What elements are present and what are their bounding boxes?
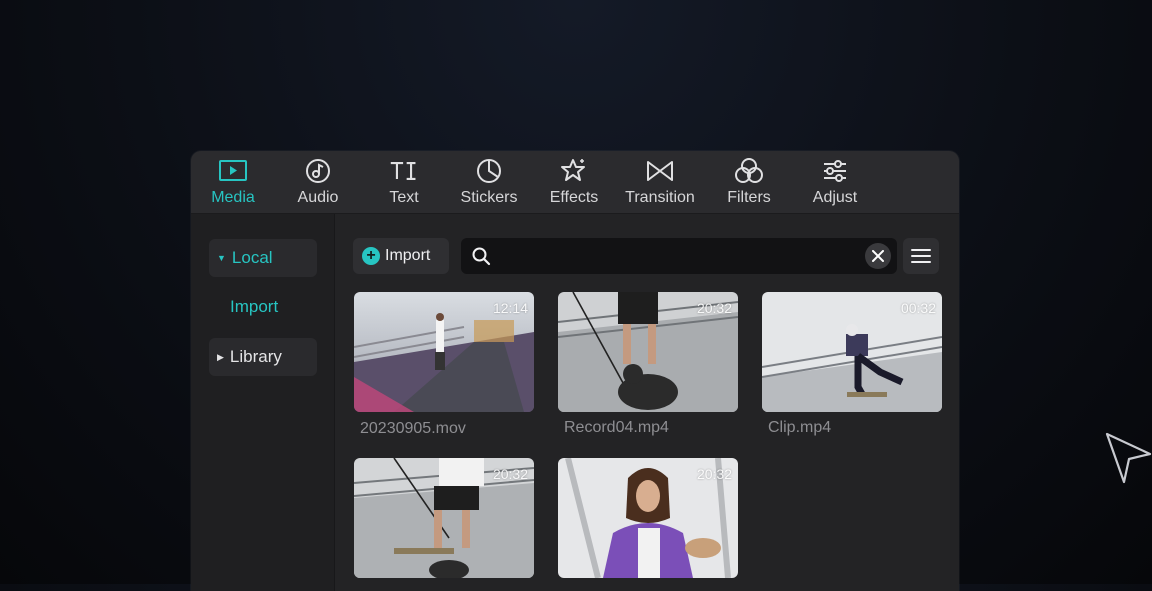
search-icon — [471, 246, 491, 271]
text-icon — [389, 156, 419, 186]
audio-icon — [303, 156, 333, 186]
list-view-button[interactable] — [903, 238, 939, 274]
adjust-icon — [820, 156, 850, 186]
menu-icon — [911, 249, 931, 263]
file-name: Clip.mp4 — [768, 419, 832, 436]
duration-label: 20:32 — [696, 300, 732, 316]
tab-label: Transition — [625, 189, 695, 206]
media-thumbnail[interactable]: 00:32 — [762, 292, 942, 412]
file-name: 20230905.mov — [360, 420, 466, 437]
plus-icon: + — [362, 247, 380, 265]
tab-media[interactable]: Media — [191, 151, 275, 213]
duration-label: 12:14 — [492, 300, 528, 316]
tab-stickers[interactable]: Stickers — [447, 151, 531, 213]
sidebar-item-label: Local — [231, 248, 273, 267]
search-input[interactable] — [461, 238, 897, 274]
tab-filters[interactable]: Filters — [707, 151, 791, 213]
caret-right-icon: ▶ — [217, 351, 224, 362]
media-panel: Media Audio Text Stickers Effects Transi… — [191, 151, 959, 591]
effects-icon — [559, 156, 589, 186]
tab-audio[interactable]: Audio — [276, 151, 360, 213]
media-thumbnail[interactable]: 20:32 — [558, 292, 738, 412]
tab-label: Filters — [727, 189, 771, 206]
tab-label: Audio — [297, 189, 339, 206]
duration-label: 20:32 — [696, 466, 732, 482]
tab-effects[interactable]: Effects — [532, 151, 616, 213]
duration-label: 20:32 — [492, 466, 528, 482]
media-icon — [218, 156, 248, 186]
tab-text[interactable]: Text — [362, 151, 446, 213]
stickers-icon — [474, 156, 504, 186]
sidebar-item-import[interactable]: Import — [209, 288, 317, 326]
tab-bar: Media Audio Text Stickers Effects Transi… — [191, 151, 959, 214]
filters-icon — [734, 156, 764, 186]
caret-down-icon: ▼ — [217, 253, 226, 263]
import-button[interactable]: + Import — [353, 238, 449, 274]
sidebar-item-local[interactable]: ▼ Local — [209, 239, 317, 277]
tab-label: Effects — [549, 189, 599, 206]
tab-label: Media — [211, 189, 255, 206]
media-content: + Import 12:14 20230905.mov 20:32 Record… — [335, 214, 959, 591]
tab-adjust[interactable]: Adjust — [793, 151, 877, 213]
duration-label: 00:32 — [900, 300, 936, 316]
sidebar-item-label: Library — [229, 347, 282, 366]
media-thumbnail[interactable]: 20:32 — [558, 458, 738, 578]
sidebar-item-label: Import — [230, 297, 279, 316]
import-button-label: Import — [385, 247, 431, 264]
media-thumbnail[interactable]: 12:14 — [354, 292, 534, 412]
pointer-cursor-icon — [1104, 432, 1152, 491]
sidebar: ▼ Local Import ▶ Library — [191, 214, 335, 591]
tab-transition[interactable]: Transition — [618, 151, 702, 213]
tab-label: Adjust — [812, 189, 858, 206]
transition-icon — [645, 156, 675, 186]
tab-label: Stickers — [460, 189, 518, 206]
clear-search-button[interactable] — [865, 243, 891, 269]
media-thumbnail[interactable]: 20:32 — [354, 458, 534, 578]
file-name: Record04.mp4 — [564, 419, 669, 436]
tab-label: Text — [389, 189, 419, 206]
close-icon — [872, 250, 884, 262]
sidebar-item-library[interactable]: ▶ Library — [209, 338, 317, 376]
